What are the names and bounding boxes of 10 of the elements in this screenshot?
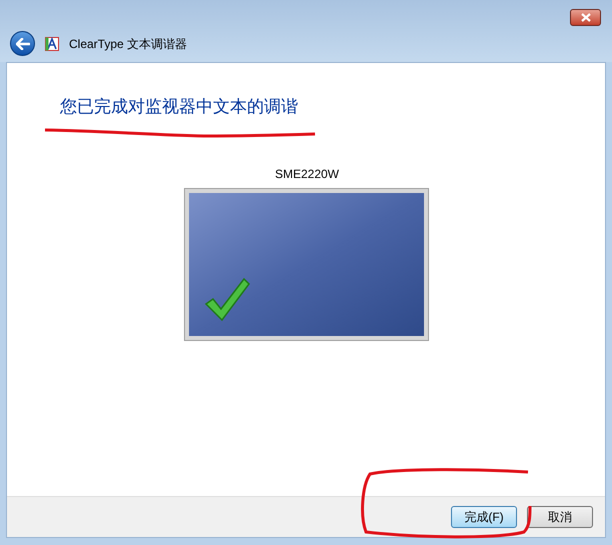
back-button[interactable] (10, 31, 35, 56)
window-title: ClearType 文本调谐器 (69, 36, 188, 52)
dialog-button[interactable]: 取消 (527, 506, 593, 528)
heading: 您已完成对监视器中文本的调谐 (60, 98, 299, 115)
close-button[interactable] (570, 9, 601, 26)
back-arrow-icon (16, 38, 30, 50)
dialog-button[interactable]: 完成(F) (451, 506, 517, 528)
app-icon (45, 36, 59, 50)
monitor-name: SME2220W (274, 166, 340, 183)
close-icon (580, 13, 590, 22)
